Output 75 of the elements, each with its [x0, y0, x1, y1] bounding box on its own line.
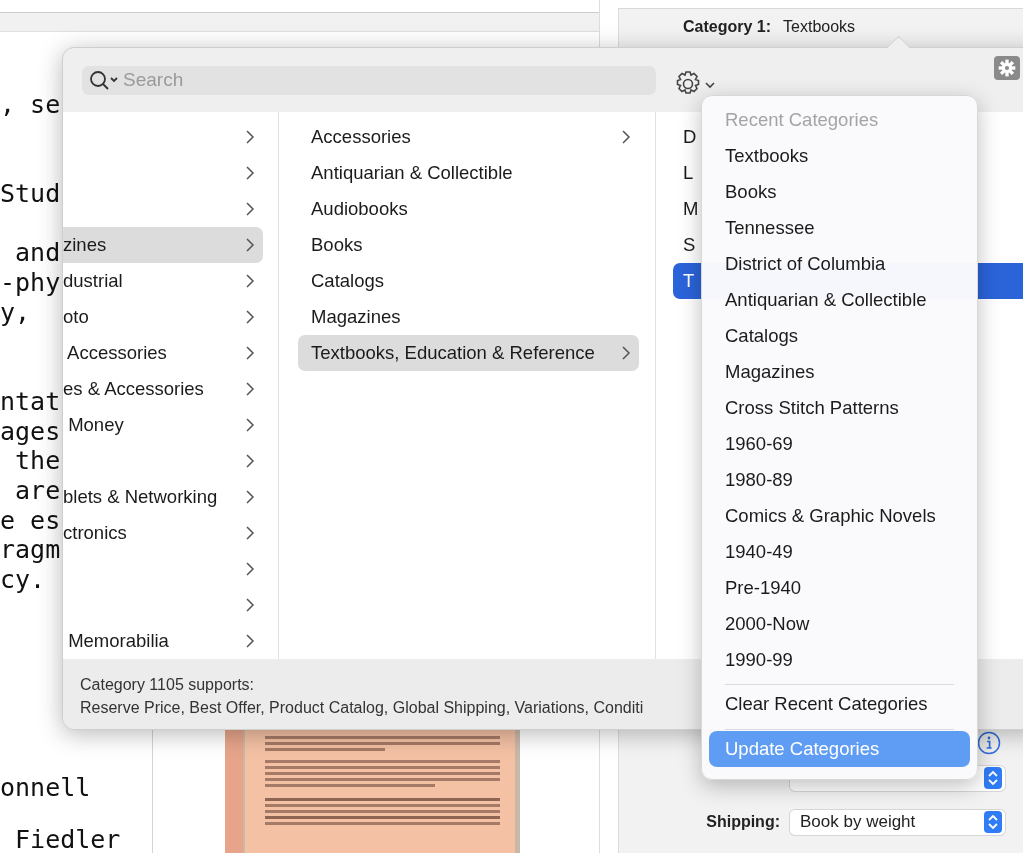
- category-item[interactable]: Textbooks, Education & Reference: [298, 335, 639, 371]
- category-item[interactable]: Antiquarian & Collectible: [298, 155, 639, 191]
- document-text-line: ages: [0, 416, 61, 447]
- menu-item[interactable]: Books: [709, 174, 970, 210]
- document-text-line: cy.: [0, 565, 46, 595]
- menu-item[interactable]: Magazines: [709, 354, 970, 390]
- category-item[interactable]: Audiobooks: [298, 191, 639, 227]
- search-field[interactable]: Search: [82, 65, 656, 95]
- document-text-line: onnell: [0, 772, 91, 803]
- menu-item[interactable]: 2000-Now: [709, 606, 970, 642]
- category-item[interactable]: blets & Networking: [63, 479, 263, 515]
- document-text-line: and: [14, 238, 61, 269]
- popup-button[interactable]: Book by weight: [790, 809, 1005, 835]
- chevron-icon: [245, 129, 255, 145]
- document-text-line: the: [14, 446, 61, 476]
- category-value: Textbooks: [783, 18, 856, 36]
- category-item[interactable]: es & Accessories: [63, 371, 263, 407]
- field-label: Shipping:: [706, 813, 780, 831]
- chevron-icon: [245, 309, 255, 325]
- category-item[interactable]: Memorabilia: [63, 623, 263, 659]
- document-text-line: ntat: [0, 386, 61, 417]
- document-text-line: e es: [0, 505, 61, 536]
- menu-item[interactable]: Clear Recent Categories: [709, 686, 970, 722]
- stepper-icon: [984, 811, 1002, 833]
- category-item[interactable]: Accessories: [298, 119, 639, 155]
- chevron-icon: [245, 237, 255, 253]
- chevron-icon: [245, 561, 255, 577]
- chevron-icon: [245, 633, 255, 649]
- category-item[interactable]: Catalogs: [298, 263, 639, 299]
- menu-item[interactable]: Tennessee: [709, 210, 970, 246]
- document-text-line: ragm: [0, 535, 61, 566]
- chevron-icon: [245, 597, 255, 613]
- category-item[interactable]: zines: [63, 227, 263, 263]
- category-item[interactable]: oto: [63, 299, 263, 335]
- footer-features: Reserve Price, Best Offer, Product Catalog, Global Shipping, Variations, Conditi: [80, 698, 644, 718]
- chevron-icon: [621, 129, 631, 145]
- menu-item[interactable]: Textbooks: [709, 138, 970, 174]
- search-icon[interactable]: [89, 69, 119, 92]
- menu-item[interactable]: 1960-69: [709, 426, 970, 462]
- document-text-line: are: [14, 475, 61, 506]
- category-item[interactable]: Books: [298, 227, 639, 263]
- chevron-icon: [245, 417, 255, 433]
- chevron-icon: [245, 345, 255, 361]
- menu-header: Recent Categories: [724, 108, 880, 132]
- chevron-icon: [245, 453, 255, 469]
- info-icon[interactable]: [977, 731, 1001, 755]
- chevron-icon: [245, 489, 255, 505]
- menu-item[interactable]: Antiquarian & Collectible: [709, 282, 970, 318]
- chevron-icon: [245, 525, 255, 541]
- footer-title: Category 1105 supports:: [80, 675, 255, 695]
- chevron-icon: [245, 165, 255, 181]
- document-text-line: -phy: [0, 268, 61, 298]
- document-text-line: Stud: [0, 179, 61, 209]
- menu-item[interactable]: Comics & Graphic Novels: [709, 498, 970, 534]
- settings-icon[interactable]: [994, 56, 1020, 80]
- chevron-icon: [245, 201, 255, 217]
- menu-item[interactable]: 1980-89: [709, 462, 970, 498]
- chevron-icon: [621, 345, 631, 361]
- menu-item[interactable]: 1990-99: [709, 642, 970, 678]
- category-item[interactable]: Magazines: [298, 299, 639, 335]
- category-item[interactable]: dustrial: [63, 263, 263, 299]
- menu-item[interactable]: Cross Stitch Patterns: [709, 390, 970, 426]
- menu-item[interactable]: District of Columbia: [709, 246, 970, 282]
- menu-item[interactable]: Pre-1940: [709, 570, 970, 606]
- menu-item[interactable]: 1940-49: [709, 534, 970, 570]
- category-label: Category 1:: [683, 18, 772, 36]
- document-text-line: y,: [0, 297, 31, 328]
- category-item[interactable]: ctronics: [63, 515, 263, 551]
- category-item[interactable]: Money: [63, 407, 263, 443]
- document-text-line: Fiedler: [14, 824, 121, 853]
- chevron-icon: [245, 381, 255, 397]
- document-text-line: , se: [0, 90, 61, 120]
- menu-item[interactable]: Catalogs: [709, 318, 970, 354]
- category-item[interactable]: Accessories: [63, 335, 263, 371]
- chevron-icon: [245, 273, 255, 289]
